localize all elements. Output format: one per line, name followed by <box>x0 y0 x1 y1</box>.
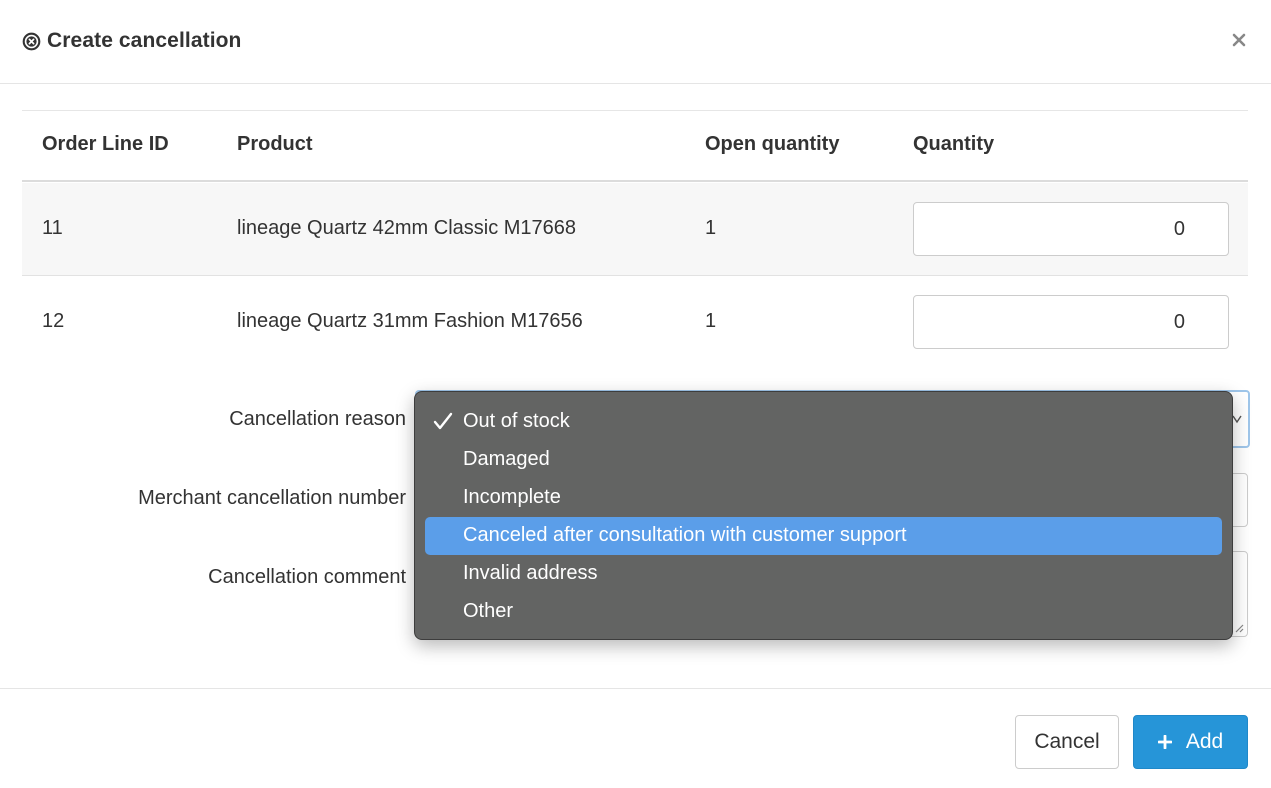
order-line-id-cell: 11 <box>42 217 63 239</box>
quantity-input[interactable] <box>913 202 1229 256</box>
dialog-title: Create cancellation <box>22 27 241 55</box>
dropdown-option-other[interactable]: Other <box>425 593 1222 631</box>
resize-grip-icon[interactable] <box>1234 623 1244 633</box>
dropdown-option-label: Other <box>463 600 514 622</box>
dropdown-option-label: Canceled after consultation with custome… <box>463 524 907 546</box>
dropdown-option-out-of-stock[interactable]: Out of stock <box>425 403 1222 441</box>
order-line-id-cell: 12 <box>42 310 65 332</box>
dialog-title-text: Create cancellation <box>47 29 242 52</box>
cancellation-comment-label: Cancellation comment <box>208 566 406 588</box>
table-row: 12 lineage Quartz 31mm Fashion M17656 1 <box>22 276 1248 369</box>
cancellation-reason-label: Cancellation reason <box>229 408 406 430</box>
add-button[interactable]: Add <box>1133 715 1248 769</box>
open-quantity-cell: 1 <box>705 217 717 239</box>
dialog-header: Create cancellation <box>0 0 1271 84</box>
column-header-order-line-id: Order Line ID <box>42 133 169 155</box>
cancel-button[interactable]: Cancel <box>1015 715 1119 769</box>
column-header-quantity: Quantity <box>913 133 995 155</box>
dropdown-option-label: Out of stock <box>463 410 570 432</box>
cancel-button-label: Cancel <box>1034 730 1100 753</box>
plus-icon <box>1157 735 1172 749</box>
column-header-open-quantity: Open quantity <box>705 133 840 155</box>
column-header-product: Product <box>237 133 313 155</box>
table-header: Order Line ID Product Open quantity Quan… <box>22 111 1248 182</box>
product-cell: lineage Quartz 42mm Classic M17668 <box>237 217 577 239</box>
dropdown-option-label: Damaged <box>463 448 550 470</box>
dropdown-option-damaged[interactable]: Damaged <box>425 441 1222 479</box>
cancellation-reason-dropdown: Out of stock Damaged Incomplete Canceled… <box>414 391 1233 640</box>
table-row: 11 lineage Quartz 42mm Classic M17668 1 <box>22 183 1248 276</box>
merchant-cancellation-number-label: Merchant cancellation number <box>138 487 406 509</box>
dropdown-option-label: Invalid address <box>463 562 598 584</box>
create-cancellation-dialog: Create cancellation Order Line ID Produc… <box>0 0 1271 788</box>
dropdown-option-incomplete[interactable]: Incomplete <box>425 479 1222 517</box>
close-icon <box>1232 33 1246 47</box>
circle-x-icon <box>22 32 41 50</box>
product-cell: lineage Quartz 31mm Fashion M17656 <box>237 310 583 332</box>
checkmark-icon <box>433 412 453 430</box>
quantity-input[interactable] <box>913 295 1229 349</box>
add-button-label: Add <box>1185 730 1224 753</box>
close-button[interactable] <box>1224 25 1254 55</box>
chevron-down-icon <box>1232 415 1242 424</box>
dropdown-option-invalid-address[interactable]: Invalid address <box>425 555 1222 593</box>
open-quantity-cell: 1 <box>705 310 717 332</box>
dropdown-option-canceled-after-consultation[interactable]: Canceled after consultation with custome… <box>425 517 1222 555</box>
dropdown-option-label: Incomplete <box>463 486 561 508</box>
footer-divider <box>0 688 1271 689</box>
